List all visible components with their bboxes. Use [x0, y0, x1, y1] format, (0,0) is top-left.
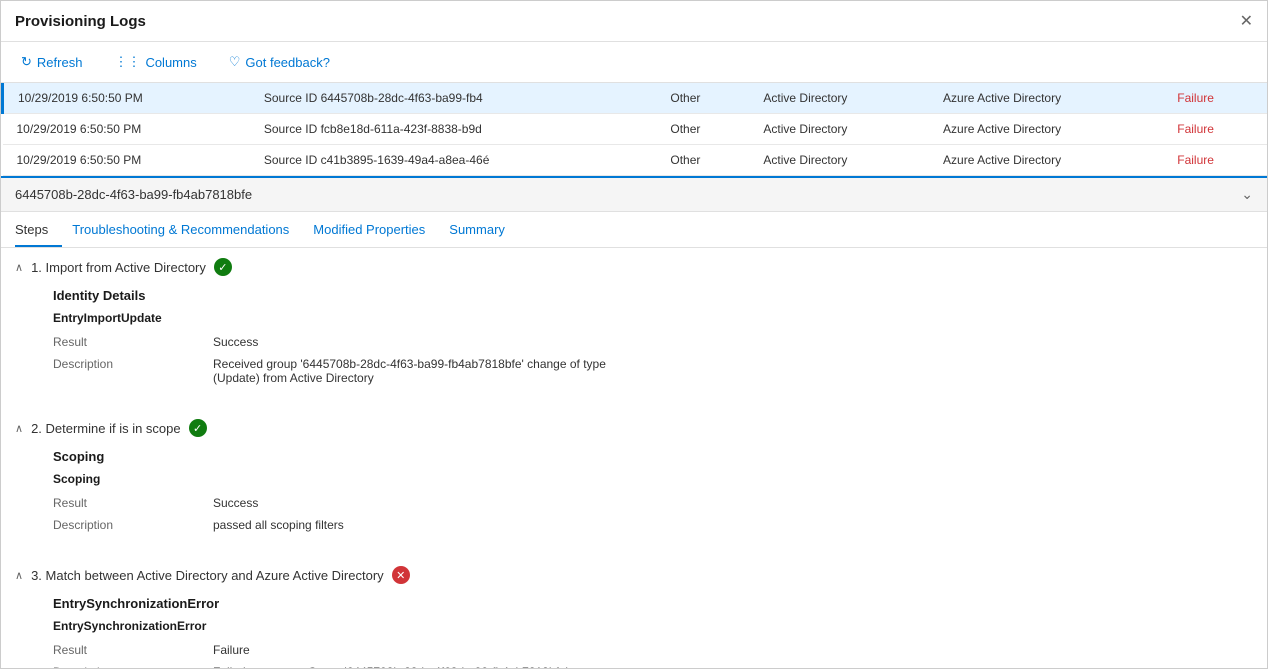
table-row[interactable]: 10/29/2019 6:50:50 PM Source ID 6445708b…	[3, 83, 1268, 114]
columns-label: Columns	[145, 55, 196, 70]
detail-row: Result Success	[53, 331, 1239, 353]
detail-row: Description Failed to process Group '644…	[53, 661, 1239, 668]
columns-button[interactable]: ⋮⋮ Columns	[108, 50, 202, 74]
tabs-bar: Steps Troubleshooting & Recommendations Mo…	[1, 212, 1267, 248]
cell-timestamp: 10/29/2019 6:50:50 PM	[3, 145, 250, 176]
success-icon: ✓	[189, 419, 207, 437]
field-value: Success	[213, 492, 1239, 514]
detail-row: Description Received group '6445708b-28d…	[53, 353, 1239, 389]
detail-row: Result Failure	[53, 639, 1239, 661]
refresh-button[interactable]: ↻ Refresh	[15, 50, 88, 74]
error-icon: ✕	[392, 566, 410, 584]
cell-source-id: Source ID 6445708b-28dc-4f63-ba99-fb4	[250, 83, 657, 114]
step-header[interactable]: ∧ 3. Match between Active Directory and …	[15, 556, 1253, 590]
cell-timestamp: 10/29/2019 6:50:50 PM	[3, 83, 250, 114]
detail-header: 6445708b-28dc-4f63-ba99-fb4ab7818bfe ⌄	[1, 178, 1267, 212]
steps-content: ∧ 1. Import from Active Directory ✓ Iden…	[1, 248, 1267, 668]
detail-table: Result Success Description Received grou…	[53, 331, 1239, 389]
step-detail: Identity Details EntryImportUpdate Resul…	[39, 282, 1253, 399]
cell-target: Azure Active Directory	[929, 114, 1163, 145]
field-value: Failed to process Group '6445708b-28dc-4…	[213, 661, 1239, 668]
cell-status: Failure	[1163, 145, 1267, 176]
field-label: Description	[53, 514, 213, 536]
cell-type: Other	[656, 114, 749, 145]
cell-status: Failure	[1163, 114, 1267, 145]
cell-type: Other	[656, 83, 749, 114]
detail-id: 6445708b-28dc-4f63-ba99-fb4ab7818bfe	[15, 187, 252, 202]
cell-type: Other	[656, 145, 749, 176]
step-title: 2. Determine if is in scope	[31, 421, 181, 436]
step-header[interactable]: ∧ 2. Determine if is in scope ✓	[15, 409, 1253, 443]
tab-modified-properties[interactable]: Modified Properties	[313, 212, 439, 247]
cell-target: Azure Active Directory	[929, 145, 1163, 176]
field-value: passed all scoping filters	[213, 514, 1239, 536]
collapse-icon: ∧	[15, 261, 23, 274]
feedback-label: Got feedback?	[245, 55, 330, 70]
field-value: Received group '6445708b-28dc-4f63-ba99-…	[213, 353, 1239, 389]
table-row[interactable]: 10/29/2019 6:50:50 PM Source ID c41b3895…	[3, 145, 1268, 176]
refresh-icon: ↻	[21, 54, 32, 70]
step-detail: Scoping Scoping Result Success Descripti…	[39, 443, 1253, 546]
step-detail-title: Identity Details	[53, 288, 1239, 303]
field-value: Failure	[213, 639, 1239, 661]
field-label: Result	[53, 331, 213, 353]
panel-title: Provisioning Logs	[15, 13, 146, 30]
table-row[interactable]: 10/29/2019 6:50:50 PM Source ID fcb8e18d…	[3, 114, 1268, 145]
columns-icon: ⋮⋮	[114, 54, 140, 70]
detail-row: Result Success	[53, 492, 1239, 514]
close-button[interactable]: ✕	[1240, 11, 1253, 31]
step-title: 1. Import from Active Directory	[31, 260, 206, 275]
step-detail-title: EntrySynchronizationError	[53, 596, 1239, 611]
heart-icon: ♡	[229, 54, 241, 70]
tab-steps[interactable]: Steps	[15, 212, 62, 247]
step-section: ∧ 1. Import from Active Directory ✓ Iden…	[15, 248, 1253, 399]
refresh-label: Refresh	[37, 55, 83, 70]
log-table: 10/29/2019 6:50:50 PM Source ID 6445708b…	[1, 83, 1267, 176]
field-value: Success	[213, 331, 1239, 353]
collapse-icon: ∧	[15, 569, 23, 582]
step-header[interactable]: ∧ 1. Import from Active Directory ✓	[15, 248, 1253, 282]
tab-troubleshooting-&-recommendations[interactable]: Troubleshooting & Recommendations	[72, 212, 303, 247]
cell-source-id: Source ID c41b3895-1639-49a4-a8ea-46é	[250, 145, 657, 176]
cell-target: Azure Active Directory	[929, 83, 1163, 114]
entry-type: Scoping	[53, 472, 1239, 486]
panel-header: Provisioning Logs ✕	[1, 1, 1267, 42]
field-label: Result	[53, 492, 213, 514]
step-detail-title: Scoping	[53, 449, 1239, 464]
detail-table: Result Success Description passed all sc…	[53, 492, 1239, 536]
cell-source: Active Directory	[749, 145, 929, 176]
entry-type: EntryImportUpdate	[53, 311, 1239, 325]
provisioning-logs-panel: Provisioning Logs ✕ ↻ Refresh ⋮⋮ Columns…	[0, 0, 1268, 669]
chevron-down-icon[interactable]: ⌄	[1241, 186, 1253, 203]
step-detail: EntrySynchronizationError EntrySynchroni…	[39, 590, 1253, 668]
feedback-button[interactable]: ♡ Got feedback?	[223, 50, 336, 74]
field-label: Result	[53, 639, 213, 661]
toolbar: ↻ Refresh ⋮⋮ Columns ♡ Got feedback?	[1, 42, 1267, 83]
collapse-icon: ∧	[15, 422, 23, 435]
detail-row: Description passed all scoping filters	[53, 514, 1239, 536]
cell-source: Active Directory	[749, 83, 929, 114]
tab-summary[interactable]: Summary	[449, 212, 519, 247]
field-label: Description	[53, 353, 213, 389]
step-section: ∧ 2. Determine if is in scope ✓ Scoping …	[15, 409, 1253, 546]
cell-status: Failure	[1163, 83, 1267, 114]
success-icon: ✓	[214, 258, 232, 276]
field-label: Description	[53, 661, 213, 668]
detail-panel: 6445708b-28dc-4f63-ba99-fb4ab7818bfe ⌄ S…	[1, 176, 1267, 668]
step-title: 3. Match between Active Directory and Az…	[31, 568, 384, 583]
cell-source-id: Source ID fcb8e18d-611a-423f-8838-b9d	[250, 114, 657, 145]
cell-source: Active Directory	[749, 114, 929, 145]
entry-type: EntrySynchronizationError	[53, 619, 1239, 633]
step-section: ∧ 3. Match between Active Directory and …	[15, 556, 1253, 668]
cell-timestamp: 10/29/2019 6:50:50 PM	[3, 114, 250, 145]
